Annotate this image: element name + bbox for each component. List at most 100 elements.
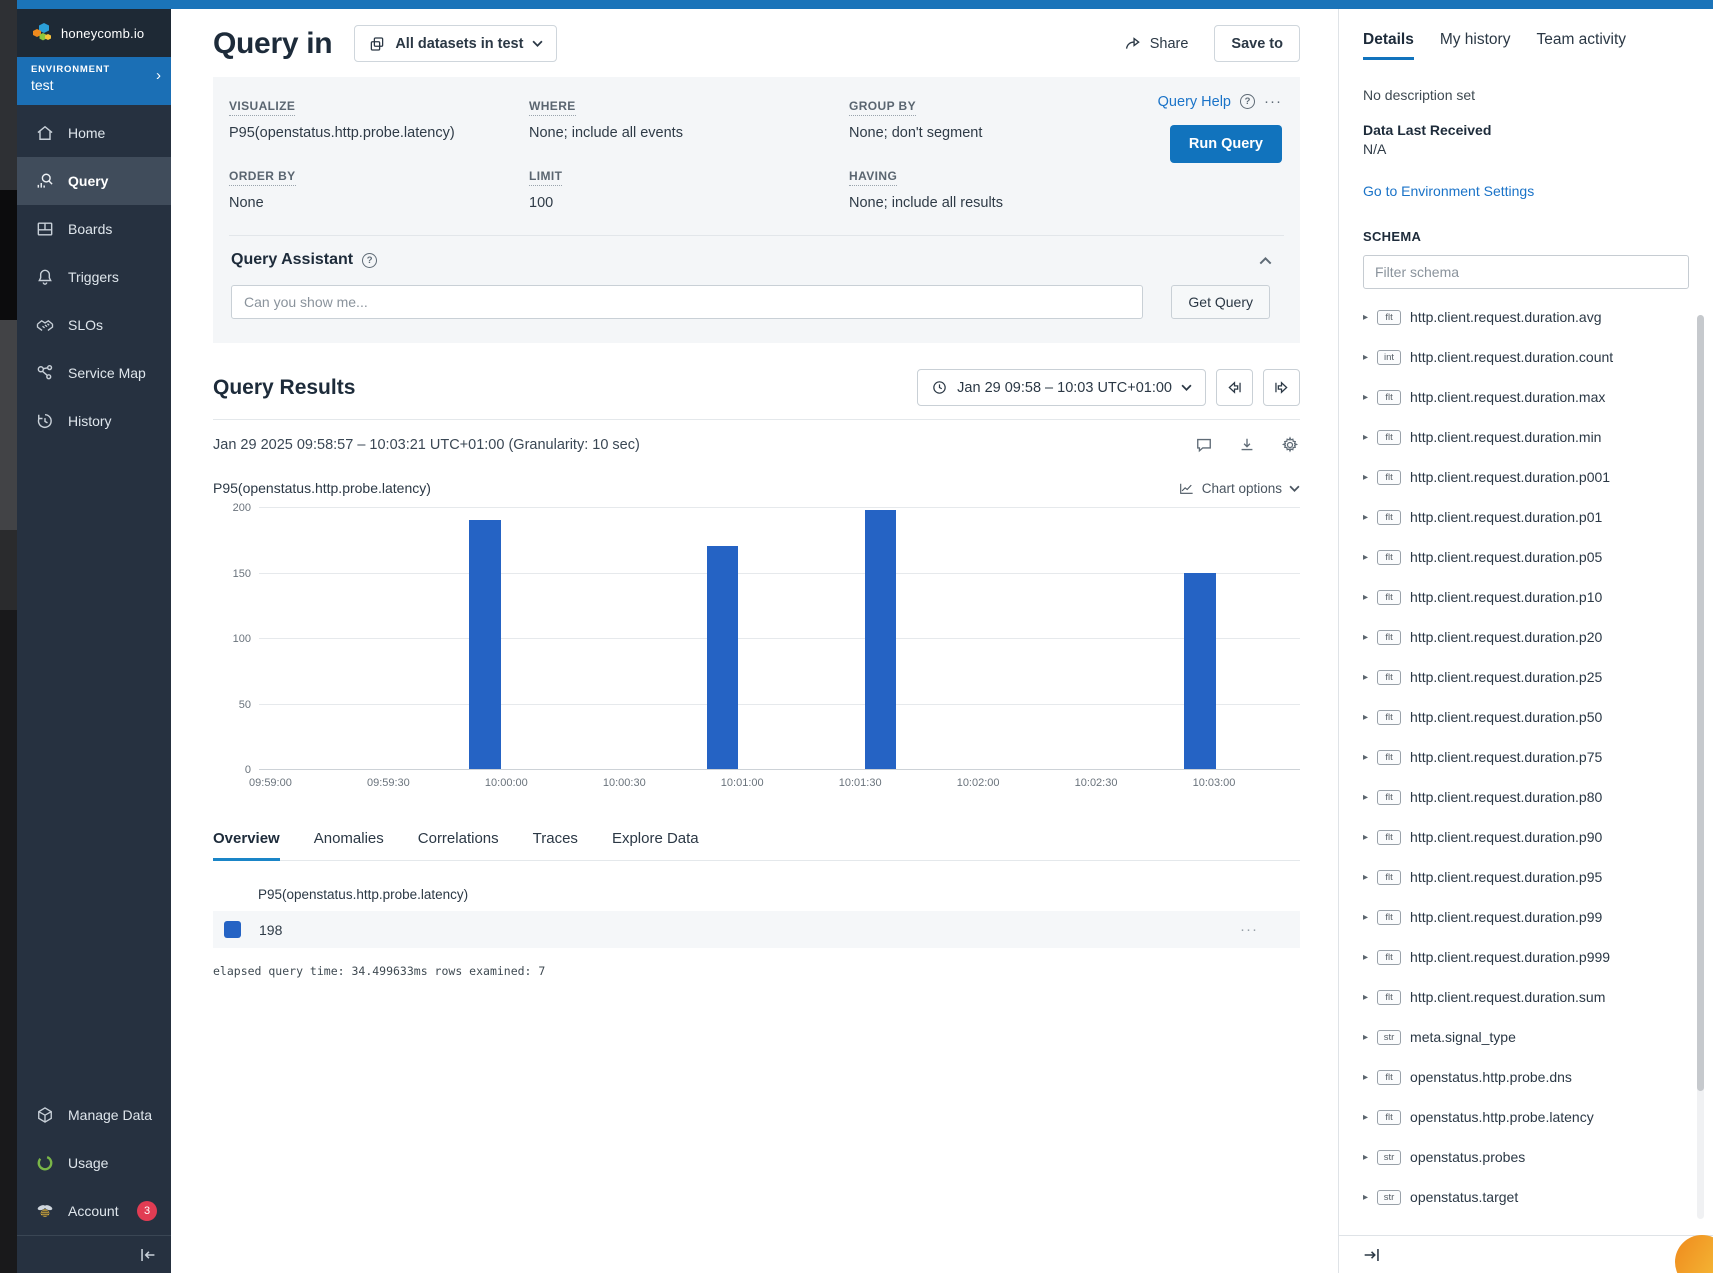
- panel-expand-button[interactable]: [1339, 1235, 1713, 1273]
- time-forward-button[interactable]: [1263, 369, 1300, 406]
- expand-triangle-icon[interactable]: ▸: [1363, 312, 1368, 323]
- expand-triangle-icon[interactable]: ▸: [1363, 672, 1368, 683]
- expand-triangle-icon[interactable]: ▸: [1363, 392, 1368, 403]
- comment-icon[interactable]: [1194, 435, 1214, 455]
- save-to-button[interactable]: Save to: [1214, 25, 1300, 62]
- get-query-button[interactable]: Get Query: [1171, 285, 1270, 319]
- schema-field-row[interactable]: ▸ flt http.client.request.duration.p75: [1363, 737, 1689, 777]
- expand-triangle-icon[interactable]: ▸: [1363, 352, 1368, 363]
- chart-options-button[interactable]: Chart options: [1178, 481, 1300, 496]
- share-button[interactable]: Share: [1123, 34, 1189, 53]
- expand-triangle-icon[interactable]: ▸: [1363, 792, 1368, 803]
- expand-triangle-icon[interactable]: ▸: [1363, 472, 1368, 483]
- schema-field-row[interactable]: ▸ str meta.signal_type: [1363, 1017, 1689, 1057]
- tab-my-history[interactable]: My history: [1440, 31, 1511, 60]
- schema-scrollbar[interactable]: [1697, 315, 1704, 1219]
- schema-field-row[interactable]: ▸ str openstatus.target: [1363, 1177, 1689, 1217]
- expand-triangle-icon[interactable]: ▸: [1363, 1112, 1368, 1123]
- expand-triangle-icon[interactable]: ▸: [1363, 712, 1368, 723]
- sidebar-item-slos[interactable]: SLOs: [17, 301, 171, 349]
- expand-triangle-icon[interactable]: ▸: [1363, 992, 1368, 1003]
- schema-field-row[interactable]: ▸ flt http.client.request.duration.p25: [1363, 657, 1689, 697]
- honeycomb-logo[interactable]: honeycomb.io: [17, 9, 171, 57]
- expand-triangle-icon[interactable]: ▸: [1363, 1072, 1368, 1083]
- expand-triangle-icon[interactable]: ▸: [1363, 1152, 1368, 1163]
- sidebar-item-service-map[interactable]: Service Map: [17, 349, 171, 397]
- assistant-prompt-input[interactable]: [231, 285, 1143, 319]
- help-circle-icon[interactable]: ?: [362, 253, 377, 268]
- schema-field-row[interactable]: ▸ flt http.client.request.duration.p90: [1363, 817, 1689, 857]
- collapse-chevron-up-icon[interactable]: [1259, 252, 1272, 270]
- tab-explore-data[interactable]: Explore Data: [612, 830, 699, 860]
- expand-triangle-icon[interactable]: ▸: [1363, 552, 1368, 563]
- expand-triangle-icon[interactable]: ▸: [1363, 752, 1368, 763]
- more-options-icon[interactable]: ···: [1264, 93, 1282, 110]
- scrollbar-thumb[interactable]: [1697, 315, 1704, 1091]
- tab-overview[interactable]: Overview: [213, 830, 280, 860]
- schema-field-row[interactable]: ▸ int http.client.request.duration.count: [1363, 337, 1689, 377]
- schema-field-row[interactable]: ▸ flt openstatus.http.probe.dns: [1363, 1057, 1689, 1097]
- chart-bar[interactable]: [707, 546, 738, 769]
- sidebar-collapse-button[interactable]: [17, 1235, 171, 1273]
- schema-field-row[interactable]: ▸ flt http.client.request.duration.p95: [1363, 857, 1689, 897]
- expand-triangle-icon[interactable]: ▸: [1363, 1032, 1368, 1043]
- chart-bar[interactable]: [469, 520, 500, 769]
- chart-bar[interactable]: [865, 510, 896, 769]
- summary-result-row[interactable]: 198 ···: [213, 911, 1300, 948]
- schema-filter-input[interactable]: [1363, 255, 1689, 289]
- tab-details[interactable]: Details: [1363, 31, 1414, 60]
- schema-field-row[interactable]: ▸ flt http.client.request.duration.avg: [1363, 297, 1689, 337]
- tab-correlations[interactable]: Correlations: [418, 830, 499, 860]
- schema-field-row[interactable]: ▸ flt http.client.request.duration.p50: [1363, 697, 1689, 737]
- schema-field-row[interactable]: ▸ flt http.client.request.duration.p999: [1363, 937, 1689, 977]
- clause-group-by[interactable]: GROUP BY None; don't segment: [849, 97, 1074, 141]
- sidebar-item-account[interactable]: Account 3: [17, 1187, 171, 1235]
- download-icon[interactable]: [1237, 435, 1257, 455]
- expand-triangle-icon[interactable]: ▸: [1363, 632, 1368, 643]
- environment-switcher[interactable]: ENVIRONMENT test ›: [17, 57, 171, 105]
- sidebar-item-manage-data[interactable]: Manage Data: [17, 1091, 171, 1139]
- schema-field-row[interactable]: ▸ flt http.client.request.duration.p80: [1363, 777, 1689, 817]
- sidebar-item-home[interactable]: Home: [17, 109, 171, 157]
- sidebar-item-history[interactable]: History: [17, 397, 171, 445]
- time-back-button[interactable]: [1216, 369, 1253, 406]
- row-more-options-icon[interactable]: ···: [1240, 921, 1258, 938]
- schema-field-row[interactable]: ▸ str openstatus.probes: [1363, 1137, 1689, 1177]
- expand-triangle-icon[interactable]: ▸: [1363, 912, 1368, 923]
- expand-triangle-icon[interactable]: ▸: [1363, 952, 1368, 963]
- time-range-selector[interactable]: Jan 29 09:58 – 10:03 UTC+01:00: [917, 369, 1206, 406]
- clause-order-by[interactable]: ORDER BY None: [229, 167, 529, 211]
- schema-field-row[interactable]: ▸ flt http.client.request.duration.max: [1363, 377, 1689, 417]
- sidebar-item-usage[interactable]: Usage: [17, 1139, 171, 1187]
- schema-field-row[interactable]: ▸ flt http.client.request.duration.p20: [1363, 617, 1689, 657]
- schema-field-row[interactable]: ▸ flt http.client.request.duration.p10: [1363, 577, 1689, 617]
- expand-triangle-icon[interactable]: ▸: [1363, 432, 1368, 443]
- help-circle-icon[interactable]: ?: [1240, 94, 1255, 109]
- schema-field-row[interactable]: ▸ flt http.client.request.duration.p001: [1363, 457, 1689, 497]
- environment-settings-link[interactable]: Go to Environment Settings: [1363, 183, 1689, 199]
- tab-anomalies[interactable]: Anomalies: [314, 830, 384, 860]
- schema-field-row[interactable]: ▸ flt openstatus.http.probe.latency: [1363, 1097, 1689, 1137]
- clause-limit[interactable]: LIMIT 100: [529, 167, 849, 211]
- expand-triangle-icon[interactable]: ▸: [1363, 872, 1368, 883]
- clause-visualize[interactable]: VISUALIZE P95(openstatus.http.probe.late…: [229, 97, 529, 141]
- sidebar-item-boards[interactable]: Boards: [17, 205, 171, 253]
- clause-where[interactable]: WHERE None; include all events: [529, 97, 849, 141]
- query-help-link[interactable]: Query Help: [1158, 94, 1231, 110]
- dataset-selector[interactable]: All datasets in test: [354, 25, 557, 62]
- chart-bar[interactable]: [1184, 573, 1215, 770]
- sidebar-item-query[interactable]: Query: [17, 157, 171, 205]
- schema-field-row[interactable]: ▸ flt http.client.request.duration.p99: [1363, 897, 1689, 937]
- schema-field-row[interactable]: ▸ flt http.client.request.duration.p05: [1363, 537, 1689, 577]
- schema-field-row[interactable]: ▸ flt http.client.request.duration.min: [1363, 417, 1689, 457]
- schema-field-row[interactable]: ▸ flt http.client.request.duration.p01: [1363, 497, 1689, 537]
- schema-field-row[interactable]: ▸ flt http.client.request.duration.sum: [1363, 977, 1689, 1017]
- expand-triangle-icon[interactable]: ▸: [1363, 1192, 1368, 1203]
- sidebar-item-triggers[interactable]: Triggers: [17, 253, 171, 301]
- tab-team-activity[interactable]: Team activity: [1536, 31, 1626, 60]
- tab-traces[interactable]: Traces: [533, 830, 578, 860]
- expand-triangle-icon[interactable]: ▸: [1363, 832, 1368, 843]
- expand-triangle-icon[interactable]: ▸: [1363, 512, 1368, 523]
- gear-icon[interactable]: [1280, 435, 1300, 455]
- clause-having[interactable]: HAVING None; include all results: [849, 167, 1074, 211]
